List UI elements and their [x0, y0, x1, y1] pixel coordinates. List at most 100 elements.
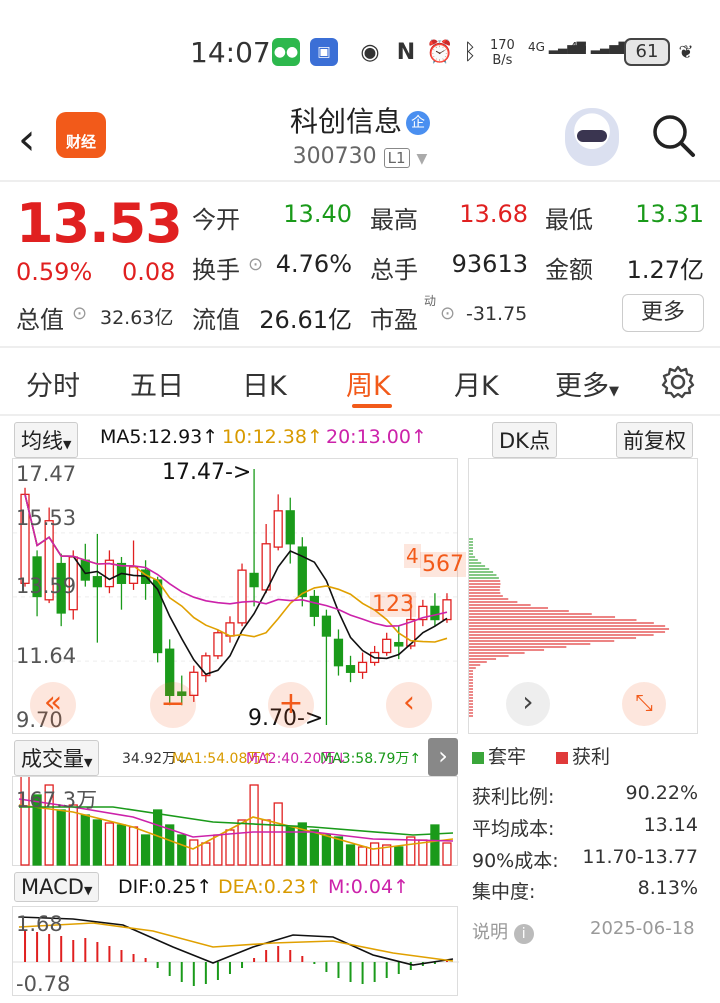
- tab-more[interactable]: 更多▼: [555, 364, 619, 403]
- y-label: 15.53: [16, 506, 77, 530]
- candle-body: [382, 638, 392, 654]
- macd-dif: DIF:0.25↑: [118, 876, 213, 898]
- expand-icon[interactable]: ⤡: [622, 682, 666, 726]
- macd-chart[interactable]: [12, 906, 459, 996]
- volume-bar: [80, 814, 90, 866]
- pe-sup: 动: [424, 294, 437, 308]
- volume-bar: [309, 829, 319, 866]
- current-price: 13.53: [16, 192, 183, 255]
- ma10-value: 10:12.38↑: [222, 426, 323, 448]
- net-speed: 170 B/s: [490, 38, 515, 68]
- info-icon[interactable]: ⊙: [440, 303, 455, 324]
- candle-body: [309, 595, 319, 617]
- float-cap-value: 26.61亿: [259, 306, 352, 334]
- volume-bar: [56, 809, 66, 866]
- volume-bar: [430, 824, 440, 866]
- pe-label: 市盈: [370, 306, 418, 334]
- period-tabs: 分时 五日 日K 周K 月K 更多▼: [0, 350, 720, 414]
- search-icon[interactable]: [650, 112, 696, 158]
- chip-svg: [469, 538, 670, 717]
- volume-bar: [333, 836, 344, 866]
- nfc-icon: N: [396, 39, 416, 65]
- volume-bar: [345, 844, 356, 866]
- volume-bar: [357, 846, 368, 866]
- tab-monthly[interactable]: 月K: [454, 364, 499, 403]
- stock-code: 300730: [292, 144, 377, 169]
- y-label: 13.59: [16, 574, 77, 598]
- total-cap-label: 总值: [16, 306, 64, 334]
- candle-body: [345, 665, 356, 673]
- legend-trapped: 套牢: [472, 742, 526, 769]
- volume-bar: [442, 842, 452, 866]
- dk-point-button[interactable]: DK点: [492, 422, 557, 458]
- volume-bar: [92, 819, 102, 866]
- macd-selector[interactable]: MACD▼: [14, 872, 100, 902]
- open-value: 13.40: [283, 200, 352, 228]
- tab-daily[interactable]: 日K: [242, 364, 287, 403]
- divider: [0, 346, 720, 348]
- adjust-button[interactable]: 前复权: [616, 422, 693, 458]
- wechat-icon: ●●: [272, 38, 300, 66]
- leaf-icon: ❦: [678, 41, 694, 63]
- volume-bar: [116, 824, 127, 866]
- chevron-left-icon[interactable]: ‹: [386, 682, 432, 728]
- volume-bar: [273, 802, 283, 866]
- volume-bar: [140, 834, 151, 866]
- volume-selector[interactable]: 成交量▼: [14, 740, 100, 776]
- robot-avatar-icon[interactable]: [565, 108, 619, 166]
- volume-bar: [237, 819, 247, 866]
- macd-dea-line: [18, 922, 454, 962]
- volume-bar: [249, 784, 259, 866]
- volume-y-label: 167.3万: [16, 788, 98, 812]
- candle-body: [213, 632, 223, 657]
- pe-value: -31.75: [466, 303, 528, 325]
- macd-svg: [13, 916, 459, 986]
- legend-profit: 获利: [556, 742, 610, 769]
- ma-selector[interactable]: 均线▼: [14, 422, 79, 458]
- candle-body: [321, 615, 332, 637]
- candle-body: [237, 569, 247, 624]
- volume-bar: [225, 829, 235, 866]
- signal-2-icon: 4G ▂▃▅▇: [570, 40, 628, 54]
- chip-distribution-chart[interactable]: [468, 458, 698, 734]
- volume-bar: [189, 839, 199, 866]
- expand-panel-icon[interactable]: ›: [428, 738, 458, 776]
- more-button[interactable]: 更多: [622, 294, 704, 332]
- volume-bar: [370, 842, 380, 866]
- volume-bar: [261, 819, 271, 866]
- candle-body: [430, 605, 440, 621]
- y-label: 11.64: [16, 644, 77, 668]
- tab-weekly[interactable]: 周K: [346, 364, 391, 403]
- candle-body: [261, 543, 271, 591]
- macd-y-top: 1.68: [16, 912, 63, 936]
- change-amount: 0.08: [122, 258, 176, 286]
- candle-body: [357, 661, 368, 673]
- volume-bar: [128, 826, 139, 866]
- zoom-out-icon[interactable]: −: [150, 682, 196, 728]
- gear-icon[interactable]: [660, 364, 696, 400]
- bluetooth-icon: ᛒ: [463, 39, 477, 65]
- signal-label: 4: [404, 544, 421, 568]
- candle-body: [285, 510, 295, 545]
- double-chevron-left-icon[interactable]: «: [30, 682, 76, 728]
- zoom-in-icon[interactable]: +: [268, 682, 314, 728]
- volume-bar: [104, 822, 115, 866]
- chevron-right-icon[interactable]: ›: [506, 682, 550, 726]
- tab-minute[interactable]: 分时: [26, 364, 80, 403]
- amount-value: 1.27亿: [626, 256, 704, 284]
- tab-five-day[interactable]: 五日: [130, 364, 184, 403]
- high-annotation: 17.47->: [162, 460, 252, 485]
- candle-body: [333, 638, 344, 667]
- chevron-down-icon: ▼: [416, 151, 428, 167]
- note-link[interactable]: 说明 i: [472, 918, 534, 944]
- info-icon[interactable]: ⊙: [72, 303, 87, 324]
- header: ‹ 财经 科创信息企 300730 L1 ▼: [0, 100, 720, 180]
- candle-body: [442, 599, 452, 621]
- y-label: 17.47: [16, 462, 77, 486]
- info-icon[interactable]: ⊙: [248, 254, 263, 275]
- volume-ma3: MA3:58.79万↑: [320, 751, 422, 767]
- battery-icon: 61: [624, 38, 670, 66]
- change-percent: 0.59%: [16, 258, 93, 286]
- high-value: 13.68: [459, 200, 528, 228]
- stat-concentration: 集中度: 8.13%: [472, 877, 698, 903]
